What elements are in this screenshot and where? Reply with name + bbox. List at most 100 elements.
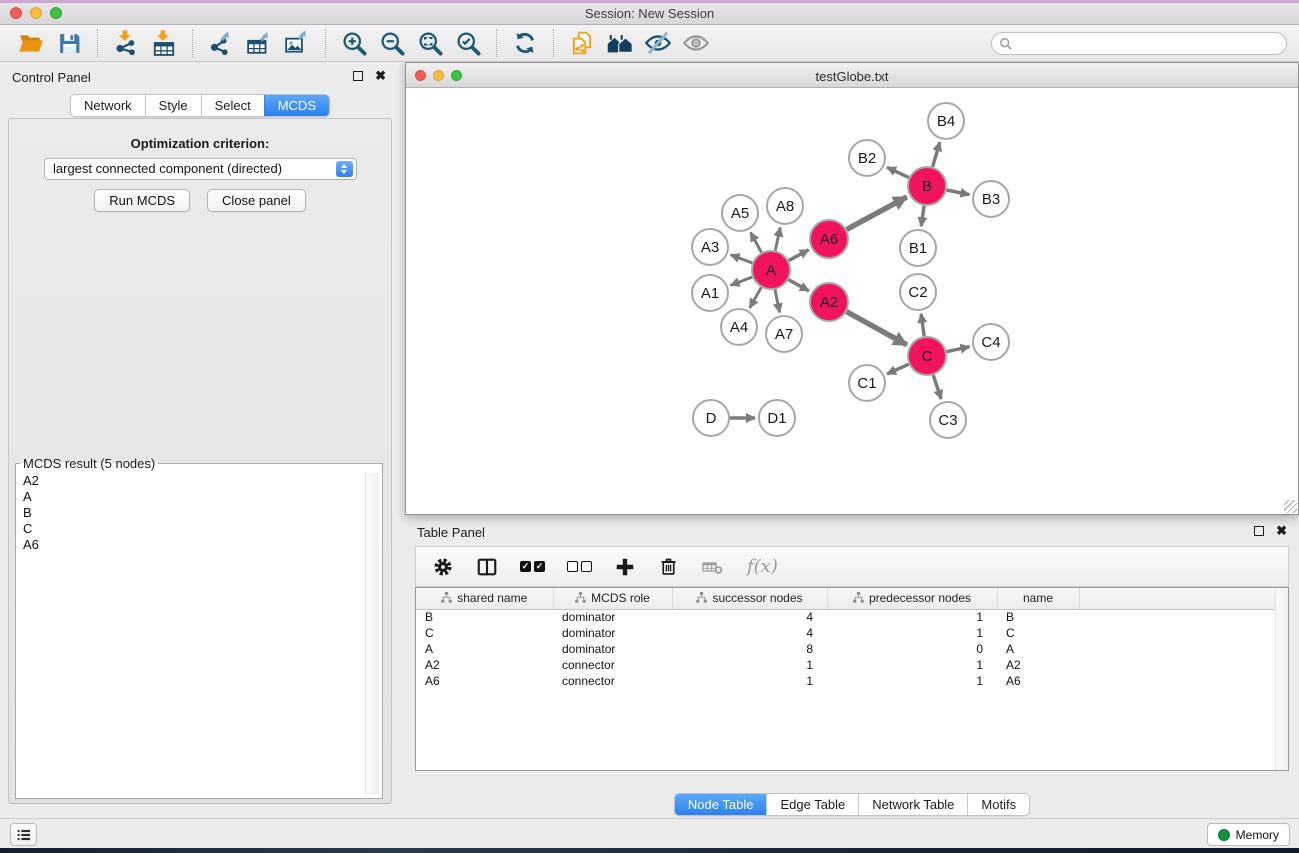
node-label-C4: C4 [981,334,1000,351]
select-stepper-icon [336,161,353,177]
table-row[interactable]: Adominator80A [416,641,1288,657]
edge-A-A8[interactable] [775,227,780,250]
table-panel: Table Panel ✖ ✓✓ f(x) shared nameMCDS ro… [405,517,1299,818]
table-row[interactable]: Cdominator41C [416,625,1288,641]
toolbar-separator [192,29,193,57]
tab-network-table[interactable]: Network Table [858,794,967,815]
close-table-panel-icon[interactable]: ✖ [1276,526,1287,536]
refresh-icon [512,30,538,56]
tab-edge-table[interactable]: Edge Table [766,794,858,815]
export-table-button[interactable] [244,28,274,58]
import-network-button[interactable] [111,28,141,58]
table-scrollbar[interactable] [1275,588,1288,770]
export-network-button[interactable] [206,28,236,58]
duplicate-network-icon [569,30,595,56]
edge-A-A1[interactable] [731,277,753,285]
show-panels-button[interactable] [10,823,37,846]
unchecked-box-icon [567,561,578,572]
close-panel-button[interactable]: Close panel [207,189,306,212]
function-builder-button[interactable]: f(x) [747,556,778,577]
split-view-button[interactable] [476,556,498,578]
edge-B-B2[interactable] [887,167,909,177]
table-row[interactable]: A2connector11A2 [416,657,1288,673]
result-item[interactable]: A6 [19,537,379,553]
import-table-button[interactable] [149,28,179,58]
new-network-from-selection-button[interactable] [567,28,597,58]
table-settings-button[interactable] [432,556,454,578]
edge-A-A5[interactable] [751,232,762,252]
criterion-select[interactable]: largest connected component (directed) [44,158,357,180]
eye-icon [682,29,710,57]
window-title: Session: New Session [0,6,1299,21]
column-header-MCDS-role[interactable]: MCDS role [553,588,672,609]
tab-motifs[interactable]: Motifs [967,794,1029,815]
column-header-successor-nodes[interactable]: successor nodes [672,588,827,609]
zoom-in-icon [341,30,368,57]
result-item[interactable]: C [19,521,379,537]
edge-A-A4[interactable] [750,287,761,307]
table-row[interactable]: Bdominator41B [416,609,1288,625]
delete-columns-button[interactable] [658,556,679,577]
edge-A-A3[interactable] [731,255,753,263]
tab-node-table[interactable]: Node Table [675,794,767,815]
open-session-button[interactable] [16,28,46,58]
tab-select[interactable]: Select [201,95,264,116]
zoom-fit-button[interactable] [415,28,445,58]
hide-selected-button[interactable] [643,28,673,58]
table-row[interactable]: A6connector11A6 [416,673,1288,689]
memory-button[interactable]: Memory [1207,823,1290,846]
window-resize-grip[interactable] [1284,500,1297,513]
edge-A6-B[interactable] [847,197,907,230]
tab-network[interactable]: Network [71,95,145,116]
trash-icon [658,556,679,577]
tab-style[interactable]: Style [145,95,201,116]
edge-A2-C[interactable] [847,312,907,345]
deselect-all-columns-button[interactable] [567,561,592,572]
node-label-C2: C2 [908,284,927,301]
float-table-panel-icon[interactable] [1254,526,1264,536]
select-all-columns-button[interactable]: ✓✓ [520,561,545,572]
run-mcds-button[interactable]: Run MCDS [94,189,190,212]
houses-icon [606,29,634,57]
edge-A-A2[interactable] [789,280,809,291]
edge-A-A7[interactable] [775,290,780,313]
node-label-C1: C1 [857,375,876,392]
add-column-button[interactable] [614,556,636,578]
search-icon [999,37,1013,51]
column-header-shared-name[interactable]: shared name [416,588,553,609]
edge-C-C1[interactable] [887,364,909,374]
column-header-predecessor-nodes[interactable]: predecessor nodes [827,588,997,609]
search-field[interactable] [991,32,1287,55]
export-image-button[interactable] [282,28,312,58]
edge-C-C2[interactable] [921,314,924,336]
edge-A-A6[interactable] [789,250,809,261]
close-panel-icon[interactable]: ✖ [375,71,386,81]
edge-C-C4[interactable] [947,347,970,352]
delete-table-button[interactable] [701,555,725,579]
column-header-name[interactable]: name [997,588,1079,609]
node-label-B4: B4 [937,113,955,130]
show-all-button[interactable] [681,28,711,58]
result-item[interactable]: B [19,505,379,521]
mcds-result-list[interactable]: A2ABCA6 [19,473,379,795]
float-panel-icon[interactable] [353,71,363,81]
zoom-selected-button[interactable] [453,28,483,58]
result-item[interactable]: A [19,489,379,505]
network-graph[interactable]: B4B2BB3A5A8A6B1A3AA1C2A2A4A7C4CC1C3DD1 [406,89,1298,515]
zoom-out-button[interactable] [377,28,407,58]
zoom-in-button[interactable] [339,28,369,58]
save-session-button[interactable] [54,28,84,58]
edge-B-B3[interactable] [947,190,970,195]
search-input[interactable] [1016,34,1280,53]
result-item[interactable]: A2 [19,473,379,489]
edge-B-B1[interactable] [921,206,924,226]
result-list-scrollbar[interactable] [365,473,379,795]
edge-B-B4[interactable] [933,142,940,167]
network-canvas[interactable]: B4B2BB3A5A8A6B1A3AA1C2A2A4A7C4CC1C3DD1 [406,89,1298,514]
edge-C-C3[interactable] [933,375,941,399]
network-window-titlebar[interactable]: testGlobe.txt [406,63,1298,88]
first-neighbors-button[interactable] [605,28,635,58]
apply-layout-button[interactable] [510,28,540,58]
tab-mcds[interactable]: MCDS [264,95,329,116]
zoom-selected-icon [455,30,482,57]
